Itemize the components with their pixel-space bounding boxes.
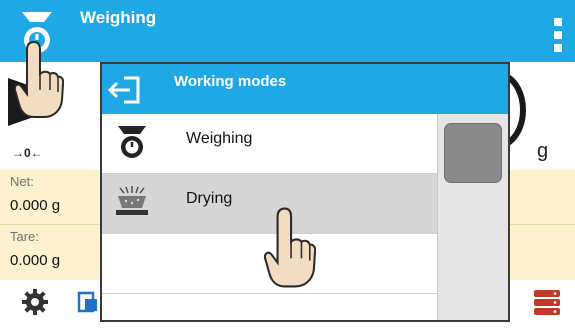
database-icon[interactable]	[532, 289, 562, 317]
mode-label-drying: Drying	[186, 190, 233, 207]
printer-icon[interactable]	[77, 289, 101, 315]
weighing-mode-icon	[118, 126, 146, 158]
mode-item-weighing[interactable]: Weighing	[102, 114, 437, 174]
drying-mode-icon	[116, 186, 148, 215]
top-bar: Weighing	[0, 0, 575, 62]
back-arrow-icon[interactable]	[108, 75, 142, 105]
page-title: Weighing	[80, 8, 157, 27]
hand-pointer-icon	[13, 40, 64, 118]
mode-label-weighing: Weighing	[186, 130, 253, 147]
unit-label[interactable]: g	[537, 140, 548, 163]
gear-icon[interactable]	[22, 289, 48, 315]
net-label: Net:	[10, 174, 34, 189]
list-divider	[102, 293, 437, 294]
tare-label: Tare:	[10, 229, 39, 244]
zero-indicator: →0←	[12, 146, 43, 160]
tare-value: 0.000 g	[10, 252, 61, 269]
scrollbar-thumb[interactable]	[444, 123, 502, 183]
dialog-title: Working modes	[174, 73, 287, 90]
hand-pointer-icon	[263, 207, 316, 288]
more-vertical-icon[interactable]	[553, 18, 563, 52]
net-value: 0.000 g	[10, 197, 61, 214]
dialog-header: Working modes	[102, 64, 508, 114]
